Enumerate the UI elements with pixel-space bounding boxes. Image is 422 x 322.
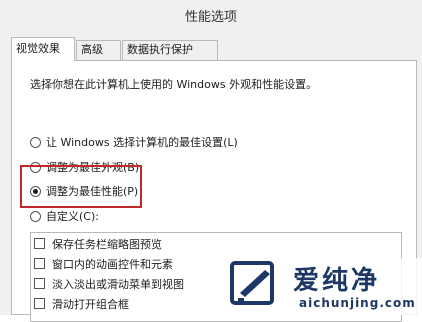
checkbox[interactable] [34, 278, 45, 289]
effect-item[interactable]: 窗口内的动画控件和元素 [34, 255, 173, 272]
effect-label: 窗口内的动画控件和元素 [52, 257, 173, 271]
radio-button[interactable] [30, 136, 41, 148]
checkbox[interactable] [34, 298, 45, 309]
option-label: 让 Windows 选择计算机的最佳设置(L) [46, 136, 238, 149]
checkbox[interactable] [34, 258, 45, 269]
highlight-box [20, 165, 142, 208]
effect-label: 淡入淡出或滑动菜单到视图 [52, 277, 184, 291]
effect-label: 保存任务栏缩略图预览 [52, 237, 162, 251]
tab-advanced[interactable]: 高级 [76, 40, 121, 60]
tab-data-execution-prevention[interactable]: 数据执行保护 [122, 40, 218, 60]
watermark-brand: 爱纯净 [293, 266, 381, 296]
description-text: 选择你想在此计算机上使用的 Windows 外观和性能设置。 [30, 78, 318, 91]
radio-button[interactable] [30, 210, 41, 222]
watermark-logo-icon [230, 261, 274, 305]
effect-label: 滑动打开组合框 [52, 297, 129, 311]
checkbox[interactable] [34, 238, 45, 249]
effect-item[interactable]: 淡入淡出或滑动菜单到视图 [34, 275, 184, 292]
title-bar: 性能选项 [0, 0, 422, 30]
effect-item[interactable]: 滑动打开组合框 [34, 295, 129, 312]
tab-visual-effects[interactable]: 视觉效果 [11, 37, 75, 61]
option-custom[interactable]: 自定义(C): [30, 208, 99, 224]
watermark-url: aichunjing.com [299, 296, 416, 310]
effect-item[interactable]: 保存任务栏缩略图预览 [34, 235, 162, 252]
window-title: 性能选项 [184, 10, 237, 25]
option-let-windows-choose[interactable]: 让 Windows 选择计算机的最佳设置(L) [30, 134, 238, 150]
watermark: 爱纯净 aichunjing.com [223, 258, 422, 315]
option-label: 自定义(C): [46, 210, 99, 223]
